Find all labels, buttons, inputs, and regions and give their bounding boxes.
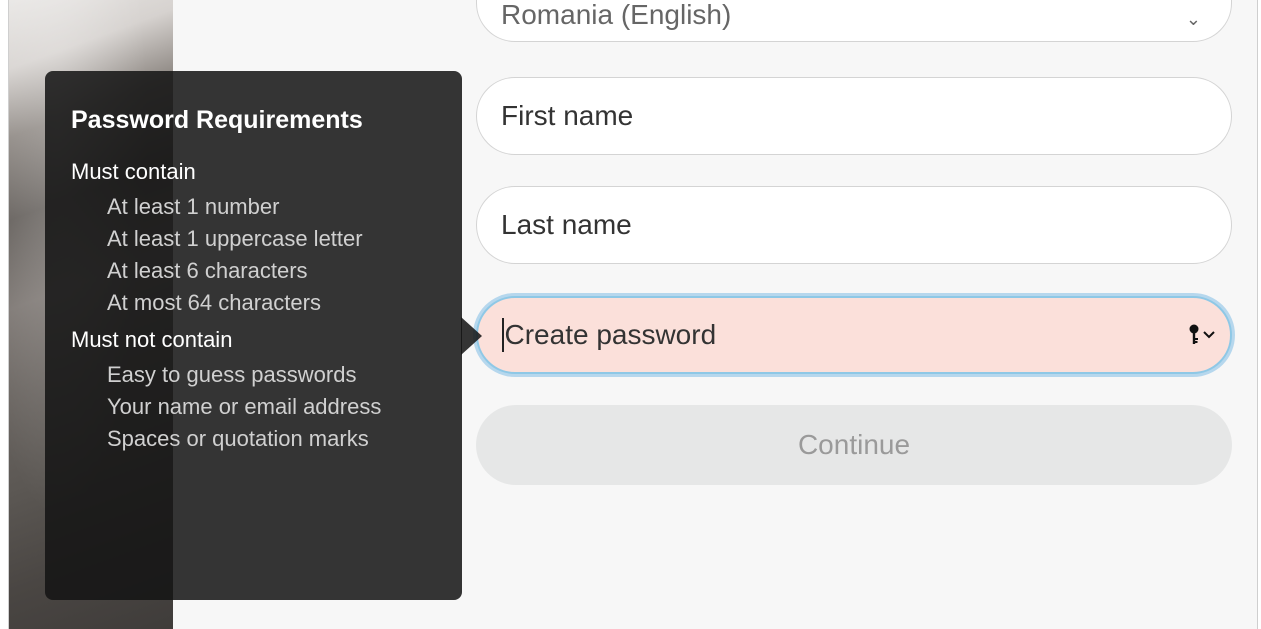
list-item: At least 1 uppercase letter (107, 226, 363, 251)
must-contain-heading: Must contain (71, 159, 196, 184)
text-cursor (502, 318, 504, 352)
continue-button[interactable]: Continue (476, 405, 1232, 485)
country-select-value: Romania (English) (501, 0, 732, 30)
must-contain-list: At least 1 number At least 1 uppercase l… (71, 191, 462, 319)
tooltip-title: Password Requirements (71, 106, 363, 134)
chevron-down-icon: ⌄ (1185, 9, 1201, 29)
page-frame: Romania (English) ⌄ First name Last name… (8, 0, 1258, 629)
last-name-placeholder: Last name (501, 209, 632, 240)
password-placeholder: Create password (504, 319, 717, 350)
list-item: Easy to guess passwords (107, 362, 357, 387)
first-name-field[interactable]: First name (476, 77, 1232, 155)
password-field[interactable]: Create password (476, 296, 1232, 374)
list-item: Your name or email address (107, 394, 382, 419)
country-select[interactable]: Romania (English) ⌄ (476, 0, 1232, 42)
list-item: At least 6 characters (107, 258, 308, 283)
key-icon (1189, 324, 1199, 344)
tooltip-arrow (461, 317, 482, 355)
must-not-contain-list: Easy to guess passwords Your name or ema… (71, 359, 462, 455)
list-item: At most 64 characters (107, 290, 321, 315)
chevron-down-icon (1203, 331, 1215, 339)
password-requirements-tooltip: Password Requirements Must contain At le… (45, 71, 462, 600)
must-not-contain-heading: Must not contain (71, 327, 233, 352)
password-manager-button[interactable] (1188, 324, 1216, 346)
list-item: At least 1 number (107, 194, 280, 219)
list-item: Spaces or quotation marks (107, 426, 369, 451)
last-name-field[interactable]: Last name (476, 186, 1232, 264)
first-name-placeholder: First name (501, 100, 634, 131)
